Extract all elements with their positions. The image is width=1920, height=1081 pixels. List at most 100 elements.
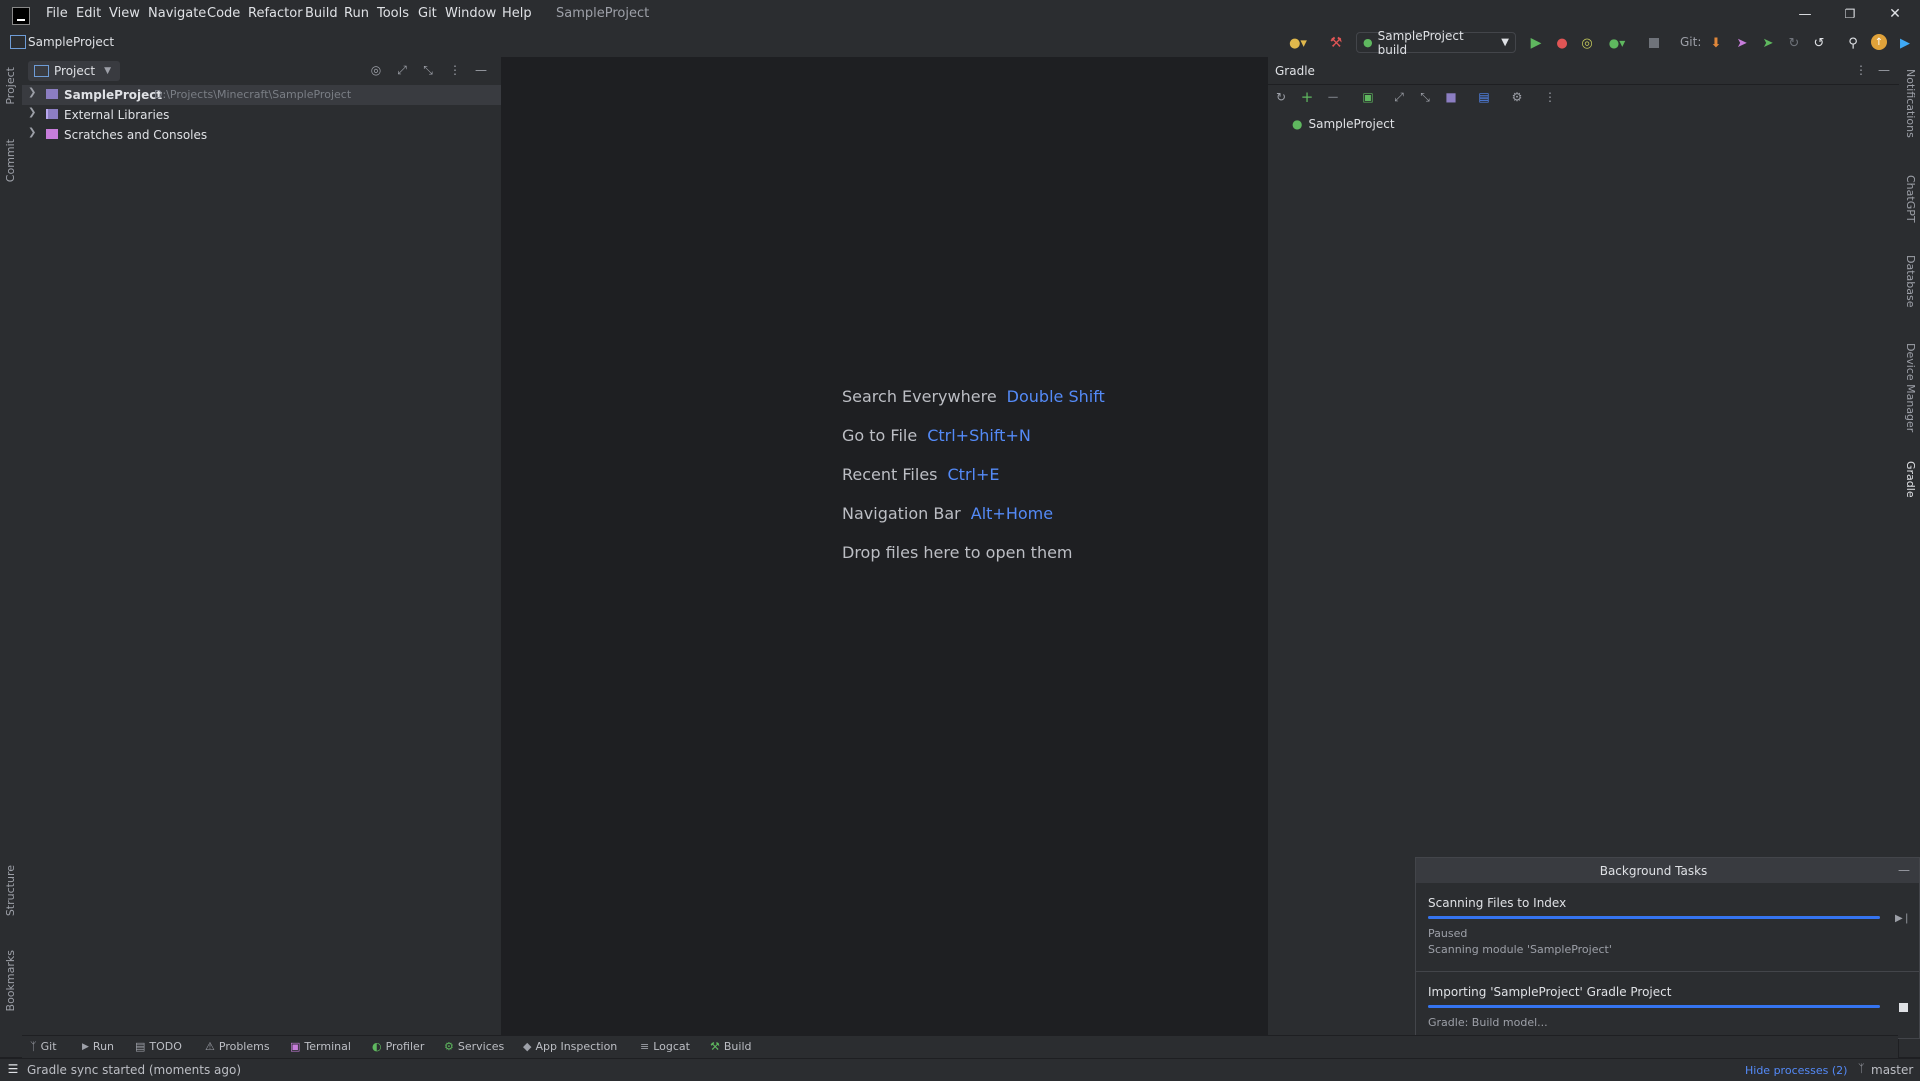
- menu-view[interactable]: View: [109, 6, 140, 21]
- build-hammer-icon[interactable]: ⚒: [1327, 34, 1345, 52]
- copilot-icon[interactable]: ▶: [1896, 34, 1914, 52]
- rollback-icon[interactable]: ↺: [1810, 34, 1828, 52]
- tool-terminal[interactable]: ▣ Terminal: [290, 1040, 351, 1053]
- stripe-chatgpt[interactable]: ChatGPT: [1904, 175, 1917, 223]
- scratches-icon: [46, 129, 58, 139]
- stop-icon[interactable]: [1645, 34, 1663, 52]
- git-push-icon[interactable]: ➤: [1759, 34, 1777, 52]
- tool-build[interactable]: ⚒ Build: [710, 1040, 752, 1053]
- hide-panel-icon[interactable]: —: [472, 61, 490, 79]
- task-progress-bar: [1428, 916, 1880, 919]
- todo-list-icon: ▤: [135, 1040, 146, 1053]
- tool-todo[interactable]: ▤ TODO: [135, 1040, 182, 1053]
- menu-edit[interactable]: Edit: [76, 6, 101, 21]
- tool-services[interactable]: ⚙ Services: [444, 1040, 504, 1053]
- tree-row-external-libraries[interactable]: ❯ External Libraries: [22, 105, 501, 125]
- project-view-selector[interactable]: Project ▼: [28, 61, 120, 81]
- tool-label: Build: [723, 1040, 752, 1053]
- more-options-icon[interactable]: ⋮: [1541, 88, 1559, 106]
- minimize-icon[interactable]: —: [1795, 5, 1815, 23]
- folder-icon[interactable]: ■: [1442, 88, 1460, 106]
- options-menu-icon[interactable]: ⋮: [1852, 61, 1870, 79]
- history-icon[interactable]: ↻: [1785, 34, 1803, 52]
- tool-profiler[interactable]: ◐ Profiler: [372, 1040, 424, 1053]
- coverage-icon[interactable]: ◎: [1578, 34, 1596, 52]
- stripe-structure[interactable]: Structure: [4, 865, 17, 916]
- updates-icon[interactable]: ↑: [1871, 34, 1887, 50]
- tool-run[interactable]: ▶ Run: [82, 1040, 114, 1053]
- hint-shortcut: Alt+Home: [970, 504, 1054, 523]
- status-message[interactable]: Gradle sync started (moments ago): [27, 1063, 241, 1077]
- chevron-right-icon[interactable]: ❯: [28, 87, 36, 98]
- stripe-notifications[interactable]: Notifications: [1904, 69, 1917, 138]
- background-tasks-popup: Background Tasks — Scanning Files to Ind…: [1415, 857, 1920, 1039]
- expand-all-icon[interactable]: ⤢: [1390, 88, 1408, 106]
- profile-icon[interactable]: ●▾: [1604, 34, 1630, 52]
- tool-logcat[interactable]: ≡ Logcat: [640, 1040, 690, 1053]
- menu-navigate[interactable]: Navigate: [148, 6, 206, 21]
- tool-label: Run: [92, 1040, 115, 1053]
- tool-app-inspection[interactable]: ◆ App Inspection: [523, 1040, 617, 1053]
- tool-problems[interactable]: ⚠ Problems: [205, 1040, 270, 1053]
- menu-build[interactable]: Build: [305, 6, 338, 21]
- tree-row-sampleproject[interactable]: ❯ SampleProject D:\Projects\Minecraft\Sa…: [22, 85, 501, 105]
- collapse-all-icon[interactable]: ⤡: [419, 61, 437, 79]
- reload-icon[interactable]: ↻: [1272, 88, 1290, 106]
- run-icon[interactable]: ▶: [1527, 34, 1545, 52]
- execute-task-icon[interactable]: ▣: [1359, 88, 1377, 106]
- locate-icon[interactable]: ◎: [367, 61, 385, 79]
- hint-drop-files: Drop files here to open them: [842, 543, 1073, 562]
- stripe-device-manager[interactable]: Device Manager: [1904, 343, 1917, 432]
- tool-label: Problems: [218, 1040, 270, 1053]
- tree-row-scratches[interactable]: ❯ Scratches and Consoles: [22, 125, 501, 145]
- menu-help[interactable]: Help: [502, 6, 532, 21]
- options-menu-icon[interactable]: ⋮: [446, 61, 464, 79]
- menu-run[interactable]: Run: [344, 6, 369, 21]
- hint-label: Drop files here to open them: [842, 543, 1073, 562]
- run-config-selector[interactable]: ● SampleProject build ▼: [1356, 29, 1516, 57]
- debug-bug-icon[interactable]: ●: [1553, 34, 1571, 52]
- add-icon[interactable]: +: [1298, 88, 1316, 106]
- hide-processes-link[interactable]: Hide processes (2): [1745, 1064, 1847, 1077]
- stripe-bookmarks[interactable]: Bookmarks: [4, 950, 17, 1011]
- background-tasks-title: Background Tasks: [1599, 864, 1708, 878]
- expand-all-icon[interactable]: ⤢: [393, 61, 411, 79]
- restore-icon[interactable]: ❐: [1840, 5, 1860, 23]
- close-icon[interactable]: ✕: [1885, 5, 1905, 23]
- gradle-panel-title: Gradle: [1275, 64, 1315, 78]
- gradle-tree-root[interactable]: ● SampleProject: [1292, 117, 1395, 131]
- chevron-right-icon[interactable]: ❯: [28, 127, 36, 138]
- hide-panel-icon[interactable]: —: [1895, 861, 1913, 879]
- menu-refactor[interactable]: Refactor: [248, 6, 303, 21]
- git-commit-icon[interactable]: ➤: [1733, 34, 1751, 52]
- stripe-project[interactable]: Project: [4, 67, 17, 105]
- stripe-gradle[interactable]: Gradle: [1904, 461, 1917, 498]
- breadcrumb[interactable]: SampleProject: [28, 35, 114, 49]
- run-icon: ▶: [82, 1041, 89, 1052]
- search-icon[interactable]: ⚲: [1844, 34, 1862, 52]
- vcs-users-icon[interactable]: ●▾: [1285, 34, 1311, 52]
- collapse-all-icon[interactable]: ⤡: [1416, 88, 1434, 106]
- status-layers-icon[interactable]: ☰: [6, 1062, 20, 1076]
- tool-label: Services: [457, 1040, 505, 1053]
- menu-tools[interactable]: Tools: [377, 6, 409, 21]
- remove-icon[interactable]: −: [1324, 88, 1342, 106]
- dependency-analyzer-icon[interactable]: ▤: [1475, 88, 1493, 106]
- stop-icon[interactable]: [1894, 998, 1912, 1016]
- resume-icon[interactable]: ▶❘: [1894, 909, 1912, 927]
- menu-window[interactable]: Window: [445, 6, 496, 21]
- profiler-icon: ◐: [372, 1040, 382, 1053]
- git-branch-widget[interactable]: master: [1871, 1063, 1913, 1077]
- menu-file[interactable]: File: [46, 6, 68, 21]
- menu-git[interactable]: Git: [418, 6, 437, 21]
- stripe-commit[interactable]: Commit: [4, 139, 17, 182]
- tool-git[interactable]: ᛉ Git: [30, 1040, 57, 1053]
- gradle-elephant-icon: ●: [1363, 36, 1373, 49]
- chevron-right-icon[interactable]: ❯: [28, 107, 36, 118]
- stripe-database[interactable]: Database: [1904, 255, 1917, 308]
- hide-panel-icon[interactable]: —: [1875, 61, 1893, 79]
- task-title: Scanning Files to Index: [1428, 896, 1567, 910]
- menu-code[interactable]: Code: [207, 6, 240, 21]
- settings-wrench-icon[interactable]: ⚙: [1508, 88, 1526, 106]
- git-update-icon[interactable]: ⬇: [1707, 34, 1725, 52]
